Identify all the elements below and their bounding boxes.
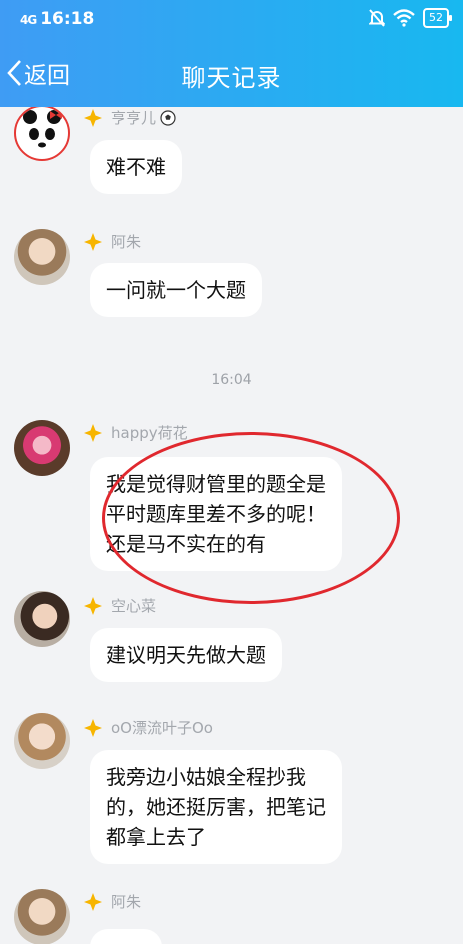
rank-badge-icon [84, 232, 102, 251]
sender-row: 空心菜 [84, 595, 156, 616]
top-bar: 4G 16:18 52 返回 聊天记录 [0, 0, 463, 107]
message-bubble[interactable]: 难不难 [90, 140, 182, 194]
panda-avatar-icon [22, 110, 62, 157]
sender-name: 阿朱 [111, 233, 142, 251]
sender-name: 空心菜 [111, 597, 157, 615]
avatar[interactable] [14, 889, 70, 944]
time-divider: 16:04 [211, 372, 252, 388]
rank-badge-icon [84, 596, 102, 615]
status-right: 52 [369, 8, 452, 28]
nav-bar: 返回 聊天记录 [0, 38, 463, 107]
avatar[interactable] [14, 591, 70, 647]
sender-name: oO漂流叶子Oo [111, 719, 213, 737]
soccer-ball-icon [160, 109, 176, 126]
battery-icon: 52 [423, 8, 452, 28]
rank-badge-icon [84, 718, 102, 737]
avatar[interactable] [14, 713, 70, 769]
sender-row: 阿朱 [84, 891, 141, 912]
chat-history[interactable]: 亨亨儿 难不难 阿朱 一问就一个大题 16:04 happy荷花 我是觉得财管里… [0, 107, 463, 944]
message-bubble[interactable]: 一问就一个大题 [90, 263, 262, 317]
rank-badge-icon [84, 423, 102, 442]
avatar[interactable] [14, 229, 70, 285]
mute-bell-icon [369, 9, 385, 27]
sender-row: happy荷花 [84, 422, 188, 443]
status-left: 4G 16:18 [20, 9, 94, 29]
page-title: 聊天记录 [181, 64, 282, 92]
rank-badge-icon [84, 892, 102, 911]
avatar[interactable] [14, 107, 70, 161]
signal-icon: 4G [20, 13, 37, 27]
annotation-circle [102, 432, 400, 604]
message-bubble[interactable] [90, 929, 162, 944]
avatar[interactable] [14, 420, 70, 476]
status-bar: 4G 16:18 52 [0, 0, 463, 38]
sender-name: happy荷花 [111, 424, 188, 442]
sender-name: 亨亨儿 [111, 109, 157, 127]
sender-row: 亨亨儿 [84, 107, 176, 128]
sender-row: oO漂流叶子Oo [84, 717, 213, 738]
status-time: 16:18 [40, 9, 95, 29]
rank-badge-icon [84, 108, 102, 127]
sender-name: 阿朱 [111, 893, 142, 911]
message-bubble[interactable]: 建议明天先做大题 [90, 628, 282, 682]
sender-row: 阿朱 [84, 231, 141, 252]
message-bubble[interactable]: 我旁边小姑娘全程抄我 的，她还挺厉害，把笔记 都拿上去了 [90, 750, 342, 864]
wifi-icon [393, 9, 415, 27]
